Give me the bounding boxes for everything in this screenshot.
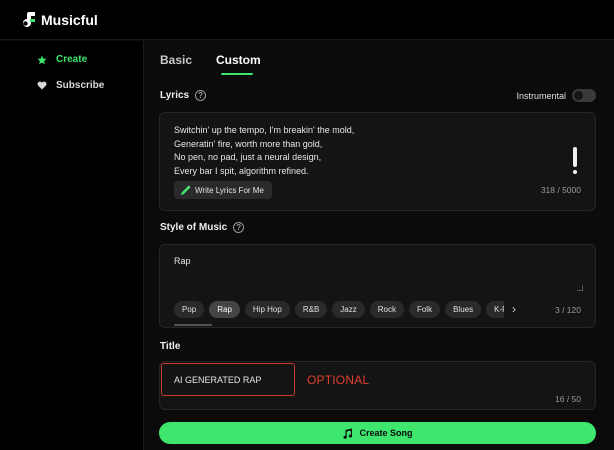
write-lyrics-label: Write Lyrics For Me (195, 185, 264, 195)
help-icon[interactable]: ? (195, 90, 207, 101)
sidebar-item-label: Subscribe (56, 80, 105, 91)
title-label-text: Title (160, 341, 181, 352)
instrumental-label: Instrumental (516, 91, 566, 101)
title-label: Title (160, 341, 180, 352)
help-icon[interactable]: ? (233, 222, 245, 233)
tab-custom[interactable]: Custom (216, 53, 261, 67)
lyrics-textarea[interactable]: Switchin' up the tempo, I'm breakin' the… (159, 112, 596, 211)
style-label: Style of Music ? (160, 222, 245, 233)
lyrics-scroll-dot (573, 170, 577, 174)
style-chip-list: Pop Rap Hip Hop R&B Jazz Rock Folk Blues… (174, 301, 504, 323)
lyrics-text: Switchin' up the tempo, I'm breakin' the… (174, 125, 355, 176)
style-chip[interactable]: Folk (408, 301, 441, 318)
title-field-panel: AI GENERATED RAP OPTIONAL 16 / 50 (159, 361, 596, 410)
sidebar-item-create[interactable]: Create (36, 54, 87, 65)
instrumental-toggle[interactable] (572, 89, 596, 102)
style-chip[interactable]: Pop (174, 301, 205, 318)
sidebar-item-subscribe[interactable]: Subscribe (36, 80, 104, 91)
optional-annotation: OPTIONAL (307, 373, 370, 387)
top-bar: Musicful (0, 0, 614, 40)
style-chip[interactable]: Blues (445, 301, 482, 318)
toggle-knob (574, 91, 583, 100)
lyrics-char-counter: 318 / 5000 (540, 185, 581, 195)
style-chip[interactable]: K-Pop (486, 301, 504, 318)
lyrics-label-text: Lyrics (160, 90, 190, 101)
app-name[interactable]: Musicful (41, 12, 98, 28)
main-panel: Basic Custom Lyrics ? Instrumental Switc… (145, 41, 614, 450)
style-chip[interactable]: Rap (209, 301, 240, 318)
title-input[interactable]: AI GENERATED RAP (161, 363, 295, 396)
lyrics-label: Lyrics ? (160, 90, 207, 101)
title-char-counter: 16 / 50 (555, 394, 581, 404)
sidebar-item-label: Create (56, 54, 88, 65)
create-song-label: Create Song (359, 428, 413, 438)
active-tab-indicator (221, 73, 253, 75)
style-chip[interactable]: Rock (369, 301, 404, 318)
lyrics-scrollbar[interactable] (573, 147, 577, 167)
pencil-icon (181, 185, 191, 195)
style-label-text: Style of Music (160, 222, 228, 233)
chip-scrollbar[interactable] (174, 324, 212, 326)
style-textarea[interactable]: Rap Pop Rap Hip Hop R&B Jazz Rock Folk B… (159, 244, 596, 328)
create-song-button[interactable]: Create Song (159, 422, 596, 444)
music-note-icon (343, 428, 353, 439)
style-char-counter: 3 / 120 (555, 305, 581, 315)
star-icon (36, 55, 48, 65)
tab-basic[interactable]: Basic (160, 53, 192, 67)
heart-icon (36, 81, 48, 91)
style-chip[interactable]: Jazz (332, 301, 365, 318)
style-value: Rap (174, 256, 191, 266)
resize-handle[interactable] (577, 285, 583, 291)
style-chip[interactable]: Hip Hop (244, 301, 290, 318)
style-chip[interactable]: R&B (294, 301, 328, 318)
sidebar: Create Subscribe (0, 41, 144, 450)
write-lyrics-button[interactable]: Write Lyrics For Me (174, 181, 272, 199)
musicful-logo-icon[interactable] (20, 11, 36, 29)
chevron-right-icon[interactable]: › (512, 303, 516, 315)
